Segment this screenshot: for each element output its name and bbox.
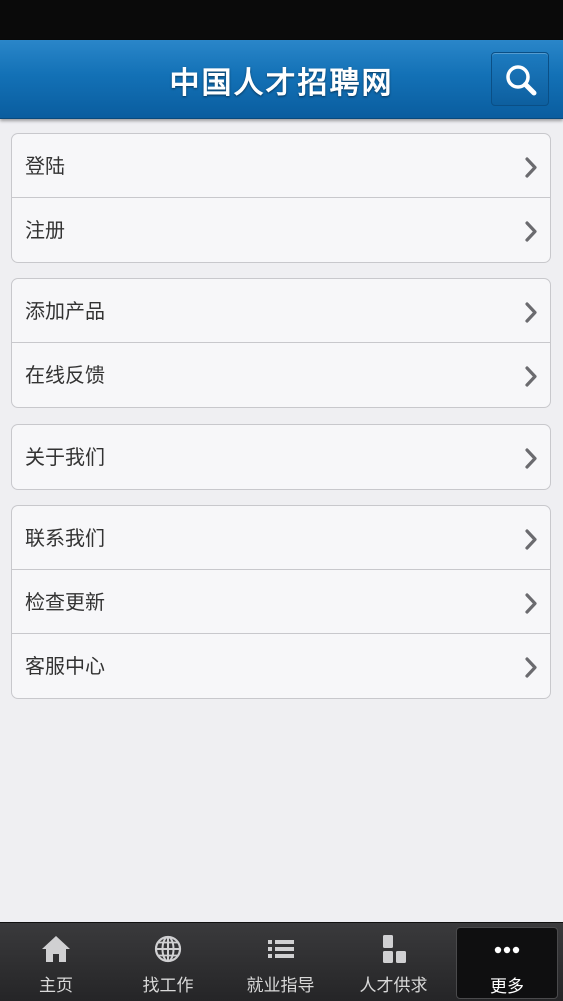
chevron-right-icon: [525, 657, 537, 678]
chevron-right-icon: [525, 302, 537, 323]
menu-item-check-update[interactable]: 检查更新: [12, 570, 550, 634]
menu-group-account: 登陆 注册: [11, 133, 551, 263]
search-button[interactable]: [491, 52, 549, 106]
menu-item-label: 关于我们: [25, 445, 105, 469]
menu-item-about-us[interactable]: 关于我们: [12, 425, 550, 489]
status-bar: [0, 0, 563, 40]
menu-group-product: 添加产品 在线反馈: [11, 278, 551, 408]
tab-home[interactable]: 主页: [0, 923, 112, 1001]
chevron-right-icon: [525, 221, 537, 242]
menu-item-label: 登陆: [25, 154, 65, 178]
menu-group-support: 联系我们 检查更新 客服中心: [11, 505, 551, 699]
menu-item-add-product[interactable]: 添加产品: [12, 279, 550, 343]
tab-label: 更多: [490, 977, 524, 997]
menu-item-label: 联系我们: [25, 526, 105, 550]
search-icon: [506, 65, 537, 96]
menu-group-about: 关于我们: [11, 424, 551, 490]
blocks-icon: [382, 935, 406, 963]
bottom-tab-bar: 主页 找工作 就业指导 人才供求 更多: [0, 922, 563, 1001]
menu-item-label: 注册: [25, 218, 65, 242]
chevron-right-icon: [525, 366, 537, 387]
tab-career-guide[interactable]: 就业指导: [224, 923, 337, 1001]
tab-talent-supply[interactable]: 人才供求: [337, 923, 450, 1001]
menu-item-label: 在线反馈: [25, 363, 105, 387]
tab-label: 主页: [39, 976, 73, 996]
app-header: 中国人才招聘网: [0, 40, 563, 119]
chevron-right-icon: [525, 157, 537, 178]
chevron-right-icon: [525, 529, 537, 550]
menu-item-contact-us[interactable]: 联系我们: [12, 506, 550, 570]
page-title: 中国人才招聘网: [169, 66, 394, 101]
globe-icon: [154, 935, 182, 963]
chevron-right-icon: [525, 448, 537, 469]
menu-item-register[interactable]: 注册: [12, 198, 550, 262]
menu-item-label: 检查更新: [25, 590, 105, 614]
home-icon: [42, 936, 70, 962]
menu-item-login[interactable]: 登陆: [12, 134, 550, 198]
tab-label: 就业指导: [246, 976, 315, 996]
menu-item-customer-service[interactable]: 客服中心: [12, 634, 550, 698]
list-icon: [267, 940, 294, 958]
tab-label: 人才供求: [359, 976, 428, 996]
menu-item-feedback[interactable]: 在线反馈: [12, 343, 550, 407]
menu-item-label: 添加产品: [25, 299, 105, 323]
tab-label: 找工作: [142, 976, 194, 996]
more-icon: [494, 946, 520, 954]
tab-find-job[interactable]: 找工作: [112, 923, 224, 1001]
menu-item-label: 客服中心: [25, 654, 105, 678]
tab-more[interactable]: 更多: [456, 927, 558, 999]
chevron-right-icon: [525, 593, 537, 614]
